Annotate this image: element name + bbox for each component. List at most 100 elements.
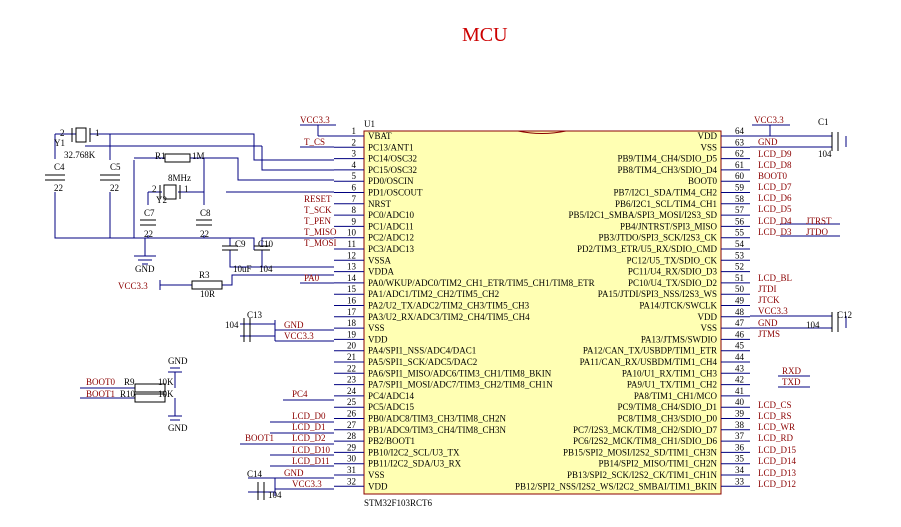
net-lcd-d4: LCD_D4	[758, 216, 792, 226]
pin-number-right: 38	[735, 420, 745, 430]
value-c10: 104	[259, 264, 273, 274]
net-vcc-32: VCC3.3	[292, 479, 322, 489]
label-c1: C1	[818, 117, 829, 127]
net-boot1-pin: BOOT1	[245, 433, 274, 443]
pin-name-left: PC3/ADC13	[368, 244, 415, 254]
pin-number-right: 47	[735, 318, 745, 328]
pin-name-right: PA11/CAN_RX/USBDM/TIM1_CH4	[580, 357, 718, 367]
pin-name-left: PC5/ADC15	[368, 402, 415, 412]
net-pa0: PA0	[304, 273, 320, 283]
pin-name-right: PB5/I2C1_SMBA/SPI3_MOSI/I2S3_SD	[568, 210, 717, 220]
pin-number-left: 2	[352, 137, 357, 147]
net-reset: RESET	[304, 194, 332, 204]
net-vcc-48: VCC3.3	[758, 306, 788, 316]
net-lcd-d11: LCD_D11	[292, 456, 330, 466]
pin-number-left: 8	[352, 205, 357, 215]
schematic-title: MCU	[462, 24, 508, 46]
pin-name-right: PA12/CAN_TX/USBDP/TIM1_ETR	[583, 346, 717, 356]
net-lcd-d2: LCD_D2	[292, 433, 326, 443]
value-c12: 104	[806, 320, 820, 330]
net-t-sck: T_SCK	[304, 205, 332, 215]
label-c14: C14	[247, 469, 263, 479]
pin-name-left: PA0/WKUP/ADC0/TIM2_CH1_ETR/TIM5_CH1/TIM8…	[368, 278, 595, 288]
net-jtck: JTCK	[758, 295, 780, 305]
pin-number-left: 24	[347, 386, 357, 396]
pin-name-right: PC10/U4_TX/SDIO_D2	[628, 278, 717, 288]
pin-name-left: PA7/SPI1_MOSI/ADC7/TIM3_CH2/TIM8_CH1N	[368, 380, 553, 390]
net-lcd-d13: LCD_D13	[758, 468, 796, 478]
net-lcd-d1: LCD_D1	[292, 422, 326, 432]
pin-name-right: PC6/I2S2_MCK/TIM8_CH1/SDIO_D6	[573, 436, 718, 446]
pin-number-left: 25	[347, 397, 357, 407]
value-c14: 104	[268, 490, 282, 500]
pin-name-right: PB3/JTDO/SPI3_SCK/I2S3_CK	[598, 233, 717, 243]
net-lcd-d14: LCD_D14	[758, 456, 796, 466]
pin-number-right: 58	[735, 194, 745, 204]
pin-name-right: VDD	[698, 312, 718, 322]
pin-number-left: 22	[347, 363, 356, 373]
net-lcd-rd: LCD_RD	[758, 433, 794, 443]
pin-number-right: 33	[735, 476, 745, 486]
pin-number-left: 20	[347, 341, 357, 351]
pin-number-left: 27	[347, 420, 357, 430]
pin-name-right: PD2/TIM3_ETR/U5_RX/SDIO_CMD	[577, 244, 718, 254]
pin-number-right: 48	[735, 307, 745, 317]
pin-number-right: 46	[735, 329, 745, 339]
pin-number-left: 28	[347, 431, 357, 441]
pin-number-right: 55	[735, 228, 745, 238]
value-c7: 22	[144, 229, 153, 239]
pin-name-left: PB2/BOOT1	[368, 436, 415, 446]
net-t-miso: T_MISO	[304, 227, 337, 237]
chip-designator: U1	[364, 119, 375, 129]
pin-name-left: VSS	[368, 323, 385, 333]
pin-number-left: 17	[347, 307, 357, 317]
pin-number-right: 53	[735, 250, 745, 260]
net-vcc-pin1: VCC3.3	[300, 115, 330, 125]
pin-name-left: PA6/SPI1_MISO/ADC6/TIM3_CH1/TIM8_BKIN	[368, 368, 552, 378]
label-y1: Y1	[54, 138, 65, 148]
pin-name-right: PB15/SPI2_MOSI/I2S2_SD/TIM1_CH3N	[563, 447, 718, 457]
pin-name-left: PC2/ADC12	[368, 233, 414, 243]
pin-name-left: VDD	[368, 334, 388, 344]
pin-number-right: 61	[735, 160, 744, 170]
net-txd: TXD	[782, 377, 801, 387]
net-boot0-pin: BOOT0	[758, 171, 787, 181]
pin-number-left: 31	[347, 465, 356, 475]
gnd-label-a: GND	[135, 264, 155, 274]
resistor-r3	[191, 280, 223, 290]
value-r3: 10R	[200, 289, 215, 299]
pin-y1-2: 2	[60, 128, 65, 138]
pin-y1-1: 1	[95, 128, 100, 138]
pin-number-left: 7	[352, 194, 357, 204]
pin-number-right: 52	[735, 262, 744, 272]
pin-name-left: PC13/ANT1	[368, 142, 414, 152]
pin-name-right: VSS	[700, 142, 717, 152]
value-c5: 22	[110, 183, 119, 193]
net-lcd-d12: LCD_D12	[758, 479, 796, 489]
pin-number-right: 40	[735, 397, 745, 407]
pin-y2-1: 1	[184, 184, 189, 194]
pin-number-right: 54	[735, 239, 745, 249]
value-c13: 104	[225, 320, 239, 330]
pin-name-right: VDD	[698, 131, 718, 141]
pin-number-left: 32	[347, 476, 356, 486]
pin-number-right: 37	[735, 431, 745, 441]
chip-part-number: STM32F103RCT6	[364, 498, 433, 508]
pin-name-left: VSSA	[368, 255, 392, 265]
pin-number-left: 13	[347, 262, 357, 272]
pin-number-left: 10	[347, 228, 357, 238]
pin-name-left: PA5/SPI1_SCK/ADC5/DAC2	[368, 357, 477, 367]
pin-number-right: 49	[735, 296, 745, 306]
pin-name-right: PC9/TIM8_CH4/SDIO_D1	[617, 402, 717, 412]
pin-y2-2: 2	[152, 184, 157, 194]
label-r3: R3	[199, 270, 210, 280]
pin-number-left: 5	[352, 171, 357, 181]
pin-number-right: 57	[735, 205, 745, 215]
net-lcd-d9: LCD_D9	[758, 149, 792, 159]
pin-number-right: 64	[735, 126, 745, 136]
label-c13: C13	[247, 310, 263, 320]
pin-name-left: PB10/I2C2_SCL/U3_TX	[368, 447, 460, 457]
pin-name-left: VBAT	[368, 131, 392, 141]
schematic-canvas: MCU U1 STM32F103RCT6 1 VBAT 2 PC13/ANT1 3 PC1…	[45, 24, 852, 508]
pin-name-right: PC7/I2S3_MCK/TIM8_CH2/SDIO_D7	[573, 425, 718, 435]
